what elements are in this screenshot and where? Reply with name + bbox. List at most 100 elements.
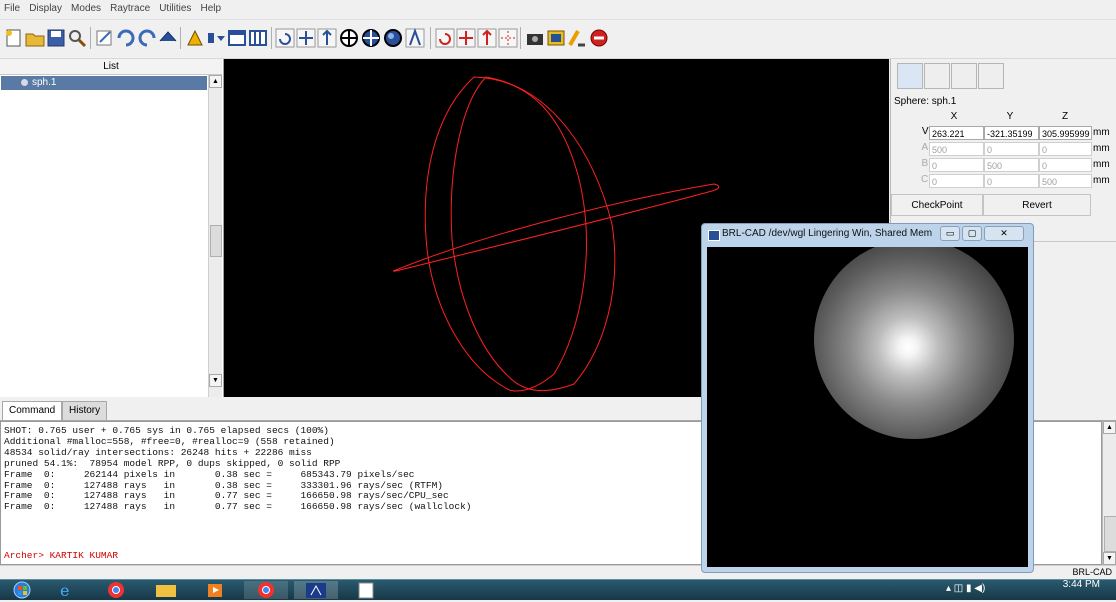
edit-rotate-icon[interactable]: [434, 27, 456, 49]
console-scrollbar[interactable]: ▲ ▼: [1102, 421, 1116, 565]
b-z-field: 0: [1039, 158, 1092, 172]
a-y-field: 0: [984, 142, 1039, 156]
layout-icon[interactable]: [247, 27, 269, 49]
zoom-view-icon[interactable]: [360, 27, 382, 49]
unit-label: mm: [1093, 143, 1110, 154]
tab-command[interactable]: Command: [2, 401, 63, 420]
menu-help[interactable]: Help: [198, 0, 225, 14]
row-label-b: B:: [921, 158, 931, 169]
raytrace-window[interactable]: BRL-CAD /dev/wgl Lingering Win, Shared M…: [701, 223, 1034, 573]
v-z-field[interactable]: 305.995999: [1039, 126, 1092, 140]
toolbar-separator: [90, 27, 91, 49]
row-label-a: A:: [921, 142, 931, 153]
edit-center-icon[interactable]: [497, 27, 519, 49]
ie-taskbar-icon[interactable]: e: [44, 581, 88, 600]
scroll-up-icon[interactable]: ▲: [1103, 421, 1116, 434]
taskbar: e ▴ ◫ ▮ ◀) 3:44 PM: [0, 579, 1116, 600]
chrome-taskbar-icon[interactable]: [94, 581, 138, 599]
scroll-thumb[interactable]: [1104, 516, 1116, 552]
measure-icon[interactable]: [404, 27, 426, 49]
menu-display[interactable]: Display: [26, 0, 65, 14]
console-line: 48534 solid/ray intersections: 26248 hit…: [4, 446, 312, 458]
console-line: pruned 54.1%: 78954 model RPP, 0 dups sk…: [4, 457, 341, 469]
raytrace-icon[interactable]: [184, 27, 206, 49]
c-z-field: 500: [1039, 174, 1092, 188]
edit-scale-icon[interactable]: [476, 27, 498, 49]
maximize-icon[interactable]: ▢: [962, 226, 982, 241]
console-line: Frame 0: 127488 rays in 0.77 sec = 16665…: [4, 490, 449, 502]
window-icon[interactable]: [226, 27, 248, 49]
toolbar-separator: [180, 27, 181, 49]
status-label: BRL-CAD: [1072, 567, 1112, 577]
dropdown-icon[interactable]: [205, 27, 227, 49]
tray-icons[interactable]: ▴ ◫ ▮ ◀): [946, 583, 985, 594]
svg-text:e: e: [60, 581, 69, 599]
new-file-icon[interactable]: [3, 27, 25, 49]
c-x-field: 0: [929, 174, 984, 188]
object-label: Sphere: sph.1: [894, 96, 957, 107]
scale-icon[interactable]: [316, 27, 338, 49]
menu-file[interactable]: File: [0, 0, 23, 14]
start-button[interactable]: [2, 581, 42, 599]
menu-utilities[interactable]: Utilities: [156, 0, 194, 14]
rotate-icon[interactable]: [274, 27, 296, 49]
raytrace-canvas: [707, 247, 1028, 567]
a-x-field: 500: [929, 142, 984, 156]
view-icon[interactable]: [978, 63, 1004, 89]
v-x-field[interactable]: 263.221: [929, 126, 984, 140]
checkpoint-button[interactable]: CheckPoint: [891, 194, 983, 216]
chrome-active-taskbar-icon[interactable]: [244, 581, 288, 599]
scroll-thumb[interactable]: [210, 225, 222, 257]
sphere-view-icon[interactable]: [382, 27, 404, 49]
scroll-down-icon[interactable]: ▼: [209, 374, 222, 387]
close-icon[interactable]: ✕: [984, 226, 1024, 241]
save-icon[interactable]: [45, 27, 67, 49]
media-taskbar-icon[interactable]: [194, 581, 238, 599]
sphere-object-icon: [21, 78, 28, 86]
center-view-icon[interactable]: [338, 27, 360, 49]
tree-item[interactable]: sph.1: [1, 76, 207, 90]
minimize-icon[interactable]: ▭: [940, 226, 960, 241]
translate-icon[interactable]: [295, 27, 317, 49]
framebuffer-icon[interactable]: [545, 27, 567, 49]
undo-icon[interactable]: [115, 27, 137, 49]
column-y: Y: [1006, 111, 1014, 122]
brlcad-taskbar-icon[interactable]: [294, 581, 338, 599]
row-label-v: V:: [921, 126, 931, 137]
arrows-icon[interactable]: [157, 27, 179, 49]
v-y-field[interactable]: -321.35199: [984, 126, 1039, 140]
a-z-field: 0: [1039, 142, 1092, 156]
attributes-icon[interactable]: [924, 63, 950, 89]
clock[interactable]: 3:44 PM: [1063, 579, 1100, 590]
rendered-sphere: [814, 247, 1014, 439]
tree-vertical-scrollbar[interactable]: ▲ ▼: [208, 75, 222, 397]
redo-icon[interactable]: [136, 27, 158, 49]
unit-label: mm: [1093, 127, 1110, 138]
command-prompt[interactable]: Archer> KARTIK KUMAR: [4, 550, 118, 561]
edit-translate-icon[interactable]: [455, 27, 477, 49]
edit-icon[interactable]: [94, 27, 116, 49]
search-icon[interactable]: [66, 27, 88, 49]
explorer-taskbar-icon[interactable]: [144, 581, 188, 599]
camera-icon[interactable]: [524, 27, 546, 49]
menu-modes[interactable]: Modes: [68, 0, 104, 14]
menu-raytrace[interactable]: Raytrace: [107, 0, 153, 14]
console-line: Frame 0: 127488 rays in 0.38 sec = 33330…: [4, 479, 443, 491]
edit-mode-icon[interactable]: [897, 63, 923, 89]
revert-button[interactable]: Revert: [983, 194, 1091, 216]
toolbar-separator: [271, 27, 272, 49]
document-taskbar-icon[interactable]: [344, 581, 388, 599]
unit-label: mm: [1093, 175, 1110, 186]
abort-icon[interactable]: [588, 27, 610, 49]
toolbar-separator: [520, 27, 521, 49]
clear-icon[interactable]: [566, 27, 588, 49]
open-folder-icon[interactable]: [24, 27, 46, 49]
scroll-up-icon[interactable]: ▲: [209, 75, 222, 88]
tab-history[interactable]: History: [62, 401, 108, 420]
tools-icon[interactable]: [951, 63, 977, 89]
row-label-c: C:: [921, 174, 931, 185]
scroll-down-icon[interactable]: ▼: [1103, 552, 1116, 565]
list-header: List: [0, 59, 222, 75]
console-line: Frame 0: 262144 pixels in 0.38 sec = 685…: [4, 468, 415, 480]
column-x: X: [950, 111, 958, 122]
